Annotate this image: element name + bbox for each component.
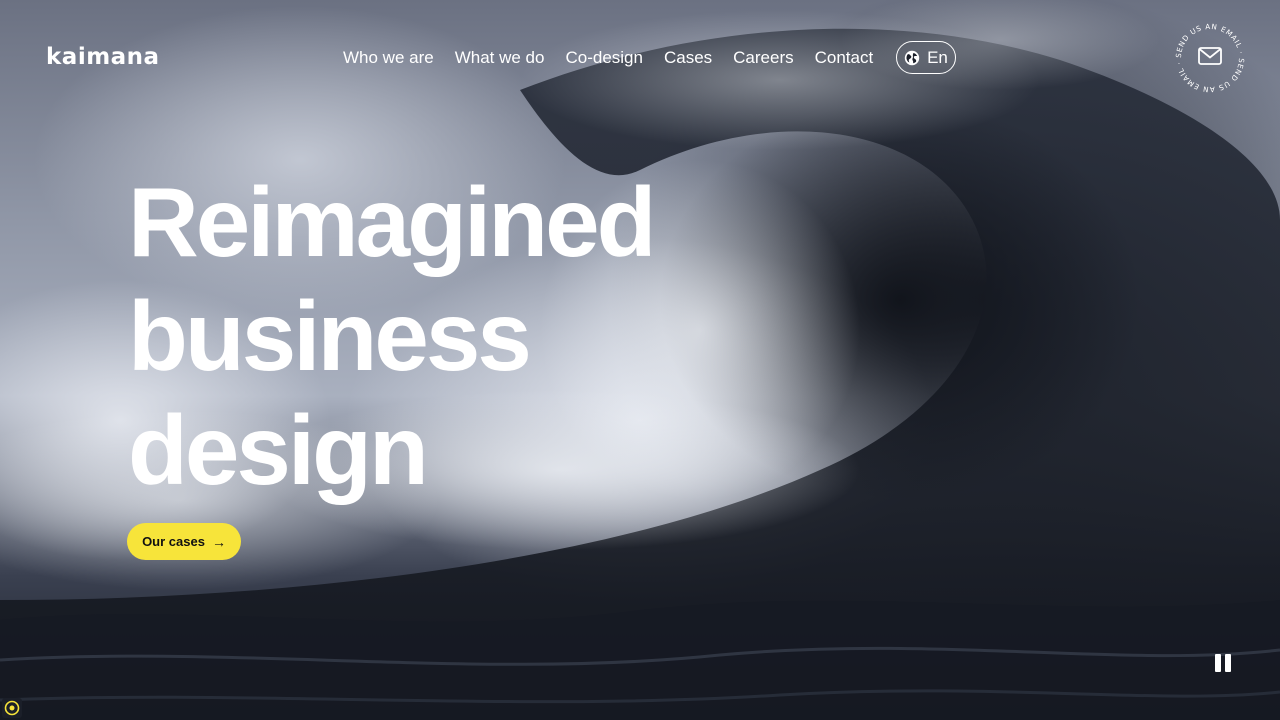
cookie-settings-icon[interactable] [2,698,22,718]
hero-headline: Reimagined business design [128,165,768,507]
hero-section: kaimana Who we are What we do Co-design … [0,0,1280,720]
pause-icon [1215,654,1221,672]
site-header: kaimana Who we are What we do Co-design … [0,0,1280,120]
nav-item-who-we-are[interactable]: Who we are [343,48,434,68]
pause-icon-bar [1225,654,1231,672]
our-cases-label: Our cases [142,534,205,549]
brand-logo[interactable]: kaimana [46,44,160,70]
badge-icon [4,700,20,716]
headline-line-2: business [128,281,532,391]
headline-line-1: Reimagined [128,167,656,277]
nav-item-cases[interactable]: Cases [664,48,712,68]
nav-item-careers[interactable]: Careers [733,48,793,68]
nav-item-contact[interactable]: Contact [815,48,874,68]
headline-line-3: design [128,395,429,505]
globe-icon [904,50,920,65]
envelope-icon: SEND US AN EMAIL · SEND US AN EMAIL · [1174,22,1245,94]
send-email-badge[interactable]: SEND US AN EMAIL · SEND US AN EMAIL · [1172,20,1248,96]
video-pause-button[interactable] [1212,652,1234,674]
language-label: En [927,47,948,67]
arrow-right-icon: → [211,533,226,550]
language-switcher-button[interactable]: En [896,41,956,74]
nav-item-co-design[interactable]: Co-design [565,48,643,68]
nav-item-what-we-do[interactable]: What we do [455,48,545,68]
our-cases-button[interactable]: Our cases → [127,523,241,560]
main-nav: Who we are What we do Co-design Cases Ca… [343,48,894,68]
